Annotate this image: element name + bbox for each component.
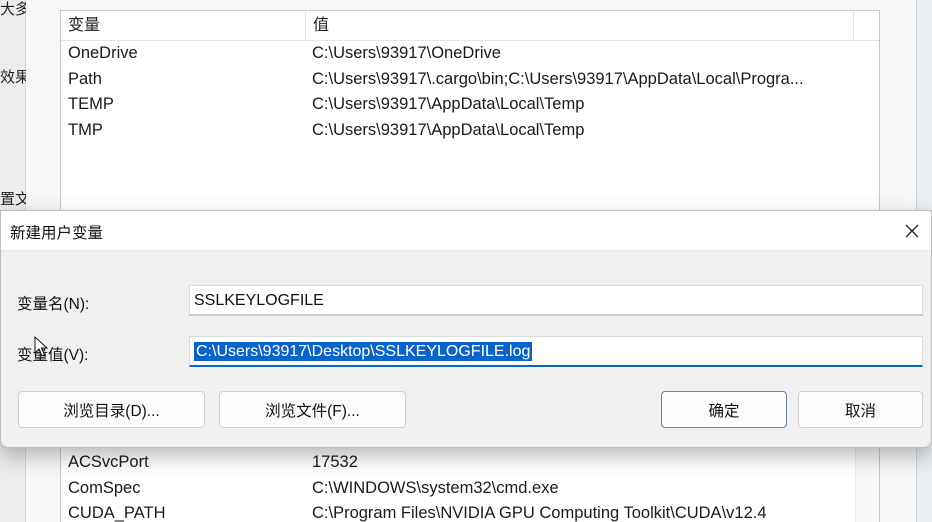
variable-name: Path [68,69,102,88]
variable-value: C:\Users\93917\AppData\Local\Temp [312,95,585,114]
list-item[interactable]: CUDA_PATH C:\Program Files\NVIDIA GPU Co… [61,501,879,522]
list-item[interactable]: TMP C:\Users\93917\AppData\Local\Temp [61,118,879,144]
variable-value: C:\Users\93917\OneDrive [312,44,501,62]
dialog-titlebar[interactable]: 新建用户变量 [1,211,931,251]
browse-directory-button[interactable]: 浏览目录(D)... [18,391,205,428]
variable-name: ComSpec [68,478,141,497]
variable-value: C:\Users\93917\AppData\Local\Temp [312,120,585,139]
list-item[interactable]: ComSpec C:\WINDOWS\system32\cmd.exe [61,476,879,502]
variable-name: TMP [68,120,103,139]
variable-name: CUDA_PATH [68,504,166,522]
cancel-button[interactable]: 取消 [798,391,923,428]
variable-name: OneDrive [68,44,138,62]
list-item[interactable]: Path C:\Users\93917\.cargo\bin;C:\Users\… [61,67,879,93]
variable-name-label: 变量名(N): [17,296,90,313]
close-button[interactable] [895,215,929,247]
variable-name: TEMP [68,95,114,114]
column-header-name[interactable]: 变量 [61,11,306,40]
list-item[interactable]: OneDrive C:\Users\93917\OneDrive [61,41,879,67]
variable-value: C:\Users\93917\.cargo\bin;C:\Users\93917… [312,69,804,88]
variable-name-text: SSLKEYLOGFILE [194,292,324,309]
variable-value: C:\WINDOWS\system32\cmd.exe [312,478,559,497]
new-user-variable-dialog: 新建用户变量 变量名(N): SSLKEYLOGFILE 变量值(V): C:\… [0,210,932,448]
user-variables-list[interactable]: 变量 值 OneDrive C:\Users\93917\OneDrive Pa… [60,10,880,220]
variable-value: 17532 [312,453,358,471]
variable-value: C:\Program Files\NVIDIA GPU Computing To… [312,504,767,522]
dialog-title: 新建用户变量 [10,225,104,242]
ok-button[interactable]: 确定 [661,391,787,428]
browse-file-button[interactable]: 浏览文件(F)... [219,391,406,428]
selected-value-text: C:\Users\93917\Desktop\SSLKEYLOGFILE.log [194,342,533,361]
vertical-scrollbar[interactable] [855,441,879,522]
variable-name-input[interactable]: SSLKEYLOGFILE [189,285,923,316]
column-header-value[interactable]: 值 [306,11,854,40]
mouse-cursor-icon [34,336,49,357]
variable-value-input[interactable]: C:\Users\93917\Desktop\SSLKEYLOGFILE.log [189,336,923,367]
variable-name: ACSvcPort [68,453,149,471]
list-item[interactable]: ACSvcPort 17532 [61,450,879,476]
list-header: 变量 值 [61,11,879,41]
variable-value-label: 变量值(V): [17,347,89,364]
list-item[interactable]: TEMP C:\Users\93917\AppData\Local\Temp [61,92,879,118]
system-variables-list[interactable]: ACSvcPort 17532 ComSpec C:\WINDOWS\syste… [60,440,880,522]
close-icon [905,224,919,238]
